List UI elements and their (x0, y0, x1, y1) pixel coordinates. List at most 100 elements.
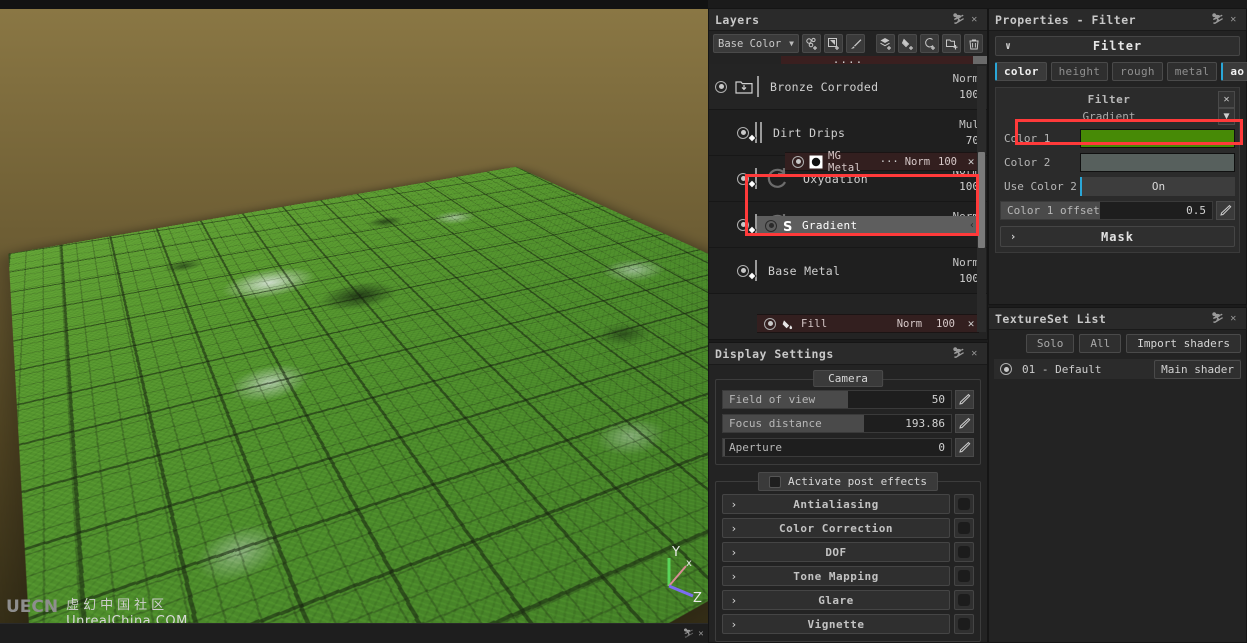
gradient-s-icon: S (782, 219, 796, 235)
import-shaders-button[interactable]: Import shaders (1126, 334, 1241, 353)
activate-post-effects-toggle[interactable]: Activate post effects (757, 472, 939, 491)
list-item[interactable]: 01 - Default Main shader (994, 359, 1241, 379)
add-layer-icon[interactable] (876, 34, 895, 53)
effect-row-fill[interactable]: Fill Norm 100 ✕ (757, 314, 979, 333)
add-folder-icon[interactable] (942, 34, 961, 53)
effect-opacity: 100 (938, 155, 957, 168)
display-maximize-icon[interactable]: ⛷ (952, 347, 965, 360)
post-effect-label: DOF (825, 545, 847, 559)
table-row[interactable]: Bronze Corroded Norm 100 (709, 64, 987, 110)
chevron-right-icon: › (730, 521, 738, 535)
focus-distance-row[interactable]: Focus distance 193.86 (722, 414, 974, 433)
layers-maximize-icon[interactable]: ⛷ (952, 13, 965, 26)
visibility-toggle-icon[interactable] (765, 219, 777, 232)
tab-color[interactable]: color (995, 62, 1047, 81)
post-effect-label: Glare (818, 593, 854, 607)
post-effect-row-dof[interactable]: › DOF (722, 542, 974, 562)
post-effect-toggle[interactable] (954, 614, 974, 634)
visibility-toggle-icon[interactable] (715, 80, 727, 93)
post-effect-expander[interactable]: › Glare (722, 590, 950, 610)
aperture-slider[interactable]: Aperture 0 (722, 438, 952, 457)
3d-model-plane[interactable] (8, 166, 708, 643)
properties-maximize-icon[interactable]: ⛷ (1211, 13, 1224, 26)
post-effect-row-antialiasing[interactable]: › Antialiasing (722, 494, 974, 514)
color-1-swatch[interactable] (1080, 129, 1235, 148)
mask-generator-icon (809, 155, 823, 169)
post-effect-expander[interactable]: › DOF (722, 542, 950, 562)
filter-remove-icon[interactable]: ✕ (1218, 91, 1235, 108)
layers-scrollbar-thumb[interactable] (978, 152, 985, 248)
post-effect-row-vignette[interactable]: › Vignette (722, 614, 974, 634)
post-effect-row-tone-mapping[interactable]: › Tone Mapping (722, 566, 974, 586)
color-1-offset-row[interactable]: Color 1 offset 0.5 (1000, 201, 1235, 220)
post-effect-expander[interactable]: › Antialiasing (722, 494, 950, 514)
tab-height[interactable]: height (1050, 62, 1109, 81)
paint-brush-icon[interactable] (846, 34, 865, 53)
post-effect-toggle[interactable] (954, 494, 974, 514)
filter-preset-dropdown-icon[interactable]: ▼ (1218, 108, 1235, 125)
viewport-maximize-icon[interactable]: ⛷ (683, 629, 694, 639)
checkbox-icon[interactable] (768, 475, 781, 488)
edit-pencil-icon[interactable] (955, 414, 974, 433)
visibility-toggle-icon[interactable] (1000, 363, 1012, 375)
shader-select[interactable]: Main shader (1154, 359, 1241, 379)
3d-viewport[interactable]: Y x Z UECN 虚幻中国社区 UnrealChina.COM ⛷ ✕ (0, 0, 708, 643)
textureset-close-icon[interactable]: ✕ (1227, 312, 1240, 325)
effect-row-gradient[interactable]: S Gradient ‹ (757, 216, 979, 235)
color-1-row[interactable]: Color 1 (1000, 128, 1235, 149)
edit-pencil-icon[interactable] (955, 438, 974, 457)
filter-section-header[interactable]: ∨ Filter (995, 36, 1240, 56)
add-fill-layer-icon[interactable] (898, 34, 917, 53)
post-effect-toggle[interactable] (954, 590, 974, 610)
layers-close-icon[interactable]: ✕ (968, 13, 981, 26)
tab-metal[interactable]: metal (1166, 62, 1218, 81)
use-color-2-toggle[interactable]: On (1080, 177, 1235, 196)
all-button[interactable]: All (1079, 334, 1122, 353)
add-effect-icon[interactable] (802, 34, 821, 53)
color-2-swatch[interactable] (1080, 153, 1235, 172)
layers-scrollbar[interactable] (977, 66, 986, 332)
use-color-2-row[interactable]: Use Color 2 On (1000, 176, 1235, 197)
visibility-toggle-icon[interactable] (792, 155, 804, 168)
tab-ao[interactable]: ao (1221, 62, 1247, 81)
edit-pencil-icon[interactable] (1216, 201, 1235, 220)
layer-mask-thumbnail[interactable] (747, 168, 757, 189)
add-smart-mask-icon[interactable] (920, 34, 939, 53)
textureset-maximize-icon[interactable]: ⛷ (1211, 312, 1224, 325)
delete-layer-icon[interactable] (964, 34, 983, 53)
tab-rough[interactable]: rough (1112, 62, 1163, 81)
color-2-row[interactable]: Color 2 (1000, 152, 1235, 173)
add-mask-icon[interactable] (824, 34, 843, 53)
field-of-view-slider[interactable]: Field of view 50 (722, 390, 952, 409)
textureset-list-panel: TextureSet List ⛷ ✕ Solo All Import shad… (988, 307, 1247, 643)
visibility-toggle-icon[interactable] (764, 317, 776, 330)
post-effect-row-color-correction[interactable]: › Color Correction (722, 518, 974, 538)
aperture-row[interactable]: Aperture 0 (722, 438, 974, 457)
color-1-offset-slider[interactable]: Color 1 offset 0.5 (1000, 201, 1213, 220)
post-effect-toggle[interactable] (954, 566, 974, 586)
post-effect-expander[interactable]: › Tone Mapping (722, 566, 950, 586)
effect-row-mg-metal[interactable]: MG Metal ··· Norm 100 ✕ (785, 150, 979, 174)
post-effect-expander[interactable]: › Vignette (722, 614, 950, 634)
solo-button[interactable]: Solo (1025, 334, 1075, 353)
post-effect-row-glare[interactable]: › Glare (722, 590, 974, 610)
channel-select[interactable]: Base Color ▼ (713, 34, 799, 53)
table-row[interactable]: Base Metal Norm 100 (709, 248, 987, 294)
properties-close-icon[interactable]: ✕ (1227, 13, 1240, 26)
layer-thumbnail[interactable] (747, 260, 757, 281)
post-effect-expander[interactable]: › Color Correction (722, 518, 950, 538)
field-of-view-row[interactable]: Field of view 50 (722, 390, 974, 409)
layer-thumbnail[interactable] (757, 76, 759, 97)
post-effect-toggle[interactable] (954, 542, 974, 562)
focus-distance-slider[interactable]: Focus distance 193.86 (722, 414, 952, 433)
axis-gizmo[interactable]: Y x Z (655, 540, 705, 602)
layer-mask-thumbnail[interactable] (747, 122, 757, 143)
edit-pencil-icon[interactable] (955, 390, 974, 409)
layers-list[interactable]: Bronze Corroded Norm 100 Dirt Drips Mul … (709, 64, 987, 334)
mask-section-header[interactable]: › Mask (1000, 226, 1235, 247)
display-close-icon[interactable]: ✕ (968, 347, 981, 360)
post-effect-toggle[interactable] (954, 518, 974, 538)
svg-text:x: x (686, 558, 692, 569)
viewport-close-icon[interactable]: ✕ (696, 629, 706, 639)
layer-thumbnail[interactable] (760, 122, 762, 143)
